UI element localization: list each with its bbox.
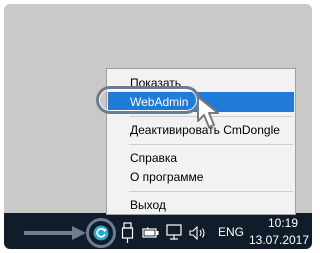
language-indicator[interactable]: ENG — [218, 225, 244, 239]
mouse-cursor-icon — [197, 96, 219, 128]
menu-separator — [129, 144, 293, 145]
volume-icon[interactable] — [189, 226, 209, 240]
network-icon[interactable] — [166, 224, 184, 242]
usb-device-icon[interactable] — [121, 222, 135, 244]
clock-time[interactable]: 10:19 — [258, 216, 308, 230]
menu-item-help[interactable]: Справка — [108, 148, 294, 168]
codemeter-icon[interactable] — [93, 225, 109, 241]
menu-separator — [129, 191, 293, 192]
menu-item-exit[interactable]: Выход — [108, 195, 294, 215]
screenshot-frame: Показать WebAdmin Деактивировать CmDongl… — [0, 0, 317, 253]
menu-item-about[interactable]: О программе — [108, 167, 294, 187]
clock-date[interactable]: 13.07.2017 — [248, 233, 310, 247]
highlight-ring — [96, 86, 200, 114]
battery-icon[interactable] — [142, 227, 160, 239]
pointer-arrow-icon — [24, 226, 86, 240]
